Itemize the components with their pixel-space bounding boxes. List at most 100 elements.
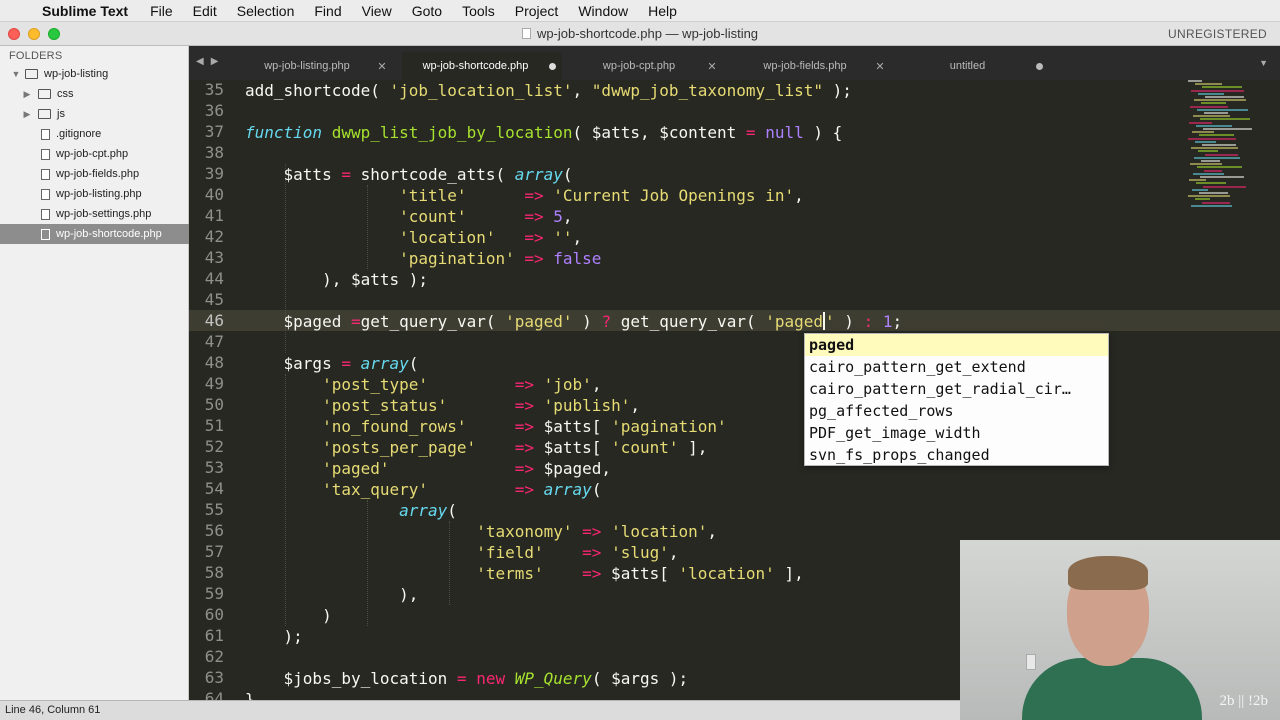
file-icon bbox=[41, 208, 50, 220]
autocomplete-item[interactable]: cairo_pattern_get_extend bbox=[805, 356, 1108, 378]
line-number: 52 bbox=[204, 437, 224, 456]
tab-wp-job-listing[interactable]: wp-job-listing.php ✕ bbox=[239, 52, 389, 80]
line-number: 61 bbox=[204, 626, 224, 645]
tab-wp-job-cpt[interactable]: wp-job-cpt.php ✕ bbox=[573, 52, 719, 80]
tree-folder-css[interactable]: ▶ css bbox=[0, 84, 189, 104]
minimap-line bbox=[1195, 83, 1222, 86]
autocomplete-item[interactable]: svn_fs_props_changed bbox=[805, 444, 1108, 466]
code-line: 'location' => '', bbox=[399, 228, 583, 247]
autocomplete-item[interactable]: PDF_get_image_width bbox=[805, 422, 1108, 444]
line-number: 57 bbox=[204, 542, 224, 561]
tree-folder-js[interactable]: ▶ js bbox=[0, 104, 189, 124]
code-line: 'paged' => $paged, bbox=[322, 459, 612, 478]
line-number: 43 bbox=[204, 248, 224, 267]
tab-bar: ◀▶ wp-job-listing.php ✕ wp-job-shortcode… bbox=[189, 46, 1280, 80]
tab-wp-job-fields[interactable]: wp-job-fields.php ✕ bbox=[737, 52, 887, 80]
code-line: 'tax_query' => array( bbox=[322, 480, 602, 499]
minimap-line bbox=[1198, 92, 1224, 95]
autocomplete-popup[interactable]: paged cairo_pattern_get_extend cairo_pat… bbox=[804, 333, 1109, 466]
tab-close-icon[interactable]: ✕ bbox=[375, 60, 389, 73]
code-line: add_shortcode( 'job_location_list', "dww… bbox=[245, 81, 852, 100]
tree-file-selected[interactable]: wp-job-shortcode.php bbox=[0, 224, 189, 244]
window-title: wp-job-shortcode.php — wp-job-listing bbox=[0, 26, 1280, 41]
menu-window[interactable]: Window bbox=[568, 3, 638, 19]
folder-icon bbox=[38, 109, 51, 119]
minimap-line bbox=[1195, 140, 1216, 143]
line-number: 37 bbox=[204, 122, 224, 141]
app-menu[interactable]: Sublime Text bbox=[38, 3, 140, 19]
minimap-line bbox=[1204, 169, 1222, 172]
code-line: ), bbox=[245, 585, 419, 604]
menu-selection[interactable]: Selection bbox=[227, 3, 305, 19]
minimap-line bbox=[1204, 112, 1228, 114]
autocomplete-item[interactable]: pg_affected_rows bbox=[805, 400, 1108, 422]
code-line: 'field' => 'slug', bbox=[476, 543, 679, 562]
menu-goto[interactable]: Goto bbox=[402, 3, 452, 19]
minimap-line bbox=[1199, 192, 1228, 194]
tree-file[interactable]: wp-job-fields.php bbox=[0, 164, 189, 184]
menu-help[interactable]: Help bbox=[638, 3, 687, 19]
line-number: 59 bbox=[204, 584, 224, 603]
tree-folder-label: css bbox=[57, 88, 74, 100]
tree-file-label: wp-job-cpt.php bbox=[56, 148, 129, 160]
presenter-hair bbox=[1068, 556, 1148, 590]
autocomplete-item[interactable]: paged bbox=[805, 334, 1108, 356]
tab-label: wp-job-cpt.php bbox=[602, 60, 676, 72]
line-number: 39 bbox=[204, 164, 224, 183]
menu-edit[interactable]: Edit bbox=[183, 3, 227, 19]
menu-tools[interactable]: Tools bbox=[452, 3, 505, 19]
code-line: 'pagination' => false bbox=[399, 249, 602, 268]
line-number: 42 bbox=[204, 227, 224, 246]
line-number: 35 bbox=[204, 80, 224, 99]
line-number: 50 bbox=[204, 395, 224, 414]
code-line: $jobs_by_location = new WP_Query( $args … bbox=[245, 669, 689, 688]
menu-project[interactable]: Project bbox=[505, 3, 569, 19]
line-number: 49 bbox=[204, 374, 224, 393]
tab-nav-arrows-icon[interactable]: ◀▶ bbox=[196, 56, 225, 67]
tree-file[interactable]: .gitignore bbox=[0, 124, 189, 144]
disclosure-closed-icon[interactable]: ▶ bbox=[22, 89, 32, 100]
tab-list-dropdown-icon[interactable]: ▼ bbox=[1259, 58, 1268, 68]
disclosure-open-icon[interactable]: ▼ bbox=[11, 69, 21, 79]
code-line: 'post_type' => 'job', bbox=[322, 375, 602, 394]
minimap-line bbox=[1202, 86, 1242, 89]
menu-find[interactable]: Find bbox=[304, 3, 351, 19]
line-number: 55 bbox=[204, 500, 224, 519]
minimap-line bbox=[1199, 134, 1234, 137]
minimap-line bbox=[1191, 147, 1238, 150]
disclosure-closed-icon[interactable]: ▶ bbox=[22, 109, 32, 120]
text-caret bbox=[823, 312, 826, 330]
unsaved-dot-icon[interactable] bbox=[549, 62, 556, 70]
unsaved-dot-icon[interactable] bbox=[1036, 62, 1043, 70]
tab-label: wp-job-fields.php bbox=[763, 60, 847, 72]
minimap-line bbox=[1193, 172, 1224, 175]
menu-file[interactable]: File bbox=[140, 3, 183, 19]
minimap-line bbox=[1205, 153, 1238, 156]
line-number: 56 bbox=[204, 521, 224, 540]
tab-untitled[interactable]: untitled bbox=[899, 52, 1049, 80]
minimap-line bbox=[1205, 96, 1244, 98]
cursor-position: Line 46, Column 61 bbox=[5, 704, 101, 716]
code-line: ); bbox=[245, 627, 303, 646]
code-line: 'count' => 5, bbox=[399, 207, 573, 226]
tree-file-label: wp-job-fields.php bbox=[56, 168, 140, 180]
tab-wp-job-shortcode[interactable]: wp-job-shortcode.php bbox=[402, 52, 562, 80]
minimap[interactable] bbox=[1184, 80, 1254, 220]
tree-folder-root[interactable]: ▼ wp-job-listing bbox=[0, 64, 189, 84]
line-number: 58 bbox=[204, 563, 224, 582]
minimap-line bbox=[1189, 179, 1206, 182]
minimap-line bbox=[1192, 188, 1208, 191]
tab-close-icon[interactable]: ✕ bbox=[705, 60, 719, 73]
autocomplete-item[interactable]: cairo_pattern_get_radial_cir… bbox=[805, 378, 1108, 400]
tree-file[interactable]: wp-job-settings.php bbox=[0, 204, 189, 224]
line-number: 62 bbox=[204, 647, 224, 666]
presenter-shirt bbox=[1022, 658, 1202, 720]
line-number: 45 bbox=[204, 290, 224, 309]
tree-file[interactable]: wp-job-listing.php bbox=[0, 184, 189, 204]
tab-close-icon[interactable]: ✕ bbox=[873, 60, 887, 73]
tree-file[interactable]: wp-job-cpt.php bbox=[0, 144, 189, 164]
file-icon bbox=[41, 188, 50, 200]
menu-view[interactable]: View bbox=[352, 3, 402, 19]
line-number: 51 bbox=[204, 416, 224, 435]
minimap-line bbox=[1193, 115, 1230, 118]
